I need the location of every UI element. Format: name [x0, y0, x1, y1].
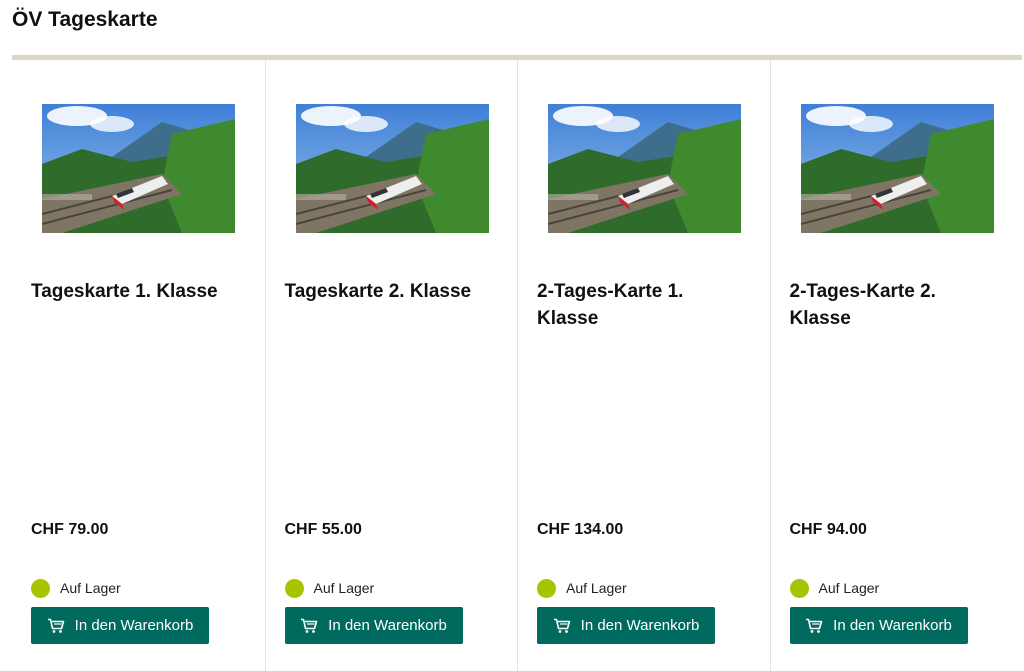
product-card: 2-Tages-Karte 2. Klasse CHF 94.00 Auf La…: [769, 60, 1023, 671]
section-title: ÖV Tageskarte: [12, 8, 158, 31]
shopping-cart-icon: [553, 618, 570, 633]
add-to-cart-label: In den Warenkorb: [328, 617, 447, 634]
product-card: 2-Tages-Karte 1. Klasse CHF 134.00 Auf L…: [517, 60, 770, 671]
add-to-cart-label: In den Warenkorb: [74, 617, 194, 634]
shopping-cart-icon: [47, 618, 64, 633]
product-title[interactable]: Tageskarte 2. Klasse: [285, 278, 485, 305]
add-to-cart-button[interactable]: In den Warenkorb: [789, 607, 968, 644]
add-to-cart-label: In den Warenkorb: [833, 617, 952, 634]
product-price: CHF 94.00: [789, 521, 867, 538]
product-price: CHF 79.00: [31, 521, 109, 538]
in-stock-dot: [789, 578, 809, 598]
product-card: Tageskarte 1. Klasse CHF 79.00 Auf Lager…: [12, 60, 265, 671]
shopping-cart-icon: [806, 618, 823, 633]
product-card: Tageskarte 2. Klasse CHF 55.00 Auf Lager…: [264, 60, 518, 671]
stock-status: Auf Lager: [284, 578, 375, 598]
product-image[interactable]: [800, 104, 994, 233]
stock-status: Auf Lager: [537, 578, 627, 598]
shopping-cart-icon: [301, 618, 318, 633]
add-to-cart-button[interactable]: In den Warenkorb: [537, 607, 715, 644]
stock-label: Auf Lager: [566, 580, 627, 596]
stock-label: Auf Lager: [818, 580, 880, 596]
product-image[interactable]: [42, 104, 235, 233]
add-to-cart-button[interactable]: In den Warenkorb: [31, 607, 209, 644]
product-price: CHF 134.00: [537, 521, 624, 538]
stock-status: Auf Lager: [31, 578, 121, 598]
add-to-cart-label: In den Warenkorb: [580, 617, 700, 634]
in-stock-dot: [537, 578, 556, 598]
product-title[interactable]: Tageskarte 1. Klasse: [31, 278, 231, 305]
product-image[interactable]: [295, 104, 489, 233]
product-title[interactable]: 2-Tages-Karte 1. Klasse: [537, 278, 737, 332]
add-to-cart-button[interactable]: In den Warenkorb: [284, 607, 463, 644]
product-grid: Tageskarte 1. Klasse CHF 79.00 Auf Lager…: [12, 60, 1022, 671]
stock-label: Auf Lager: [60, 580, 121, 596]
stock-status: Auf Lager: [789, 578, 880, 598]
product-title[interactable]: 2-Tages-Karte 2. Klasse: [790, 278, 990, 332]
in-stock-dot: [284, 578, 304, 598]
product-image[interactable]: [548, 104, 741, 233]
in-stock-dot: [31, 578, 50, 598]
stock-label: Auf Lager: [313, 580, 375, 596]
product-price: CHF 55.00: [284, 521, 362, 538]
